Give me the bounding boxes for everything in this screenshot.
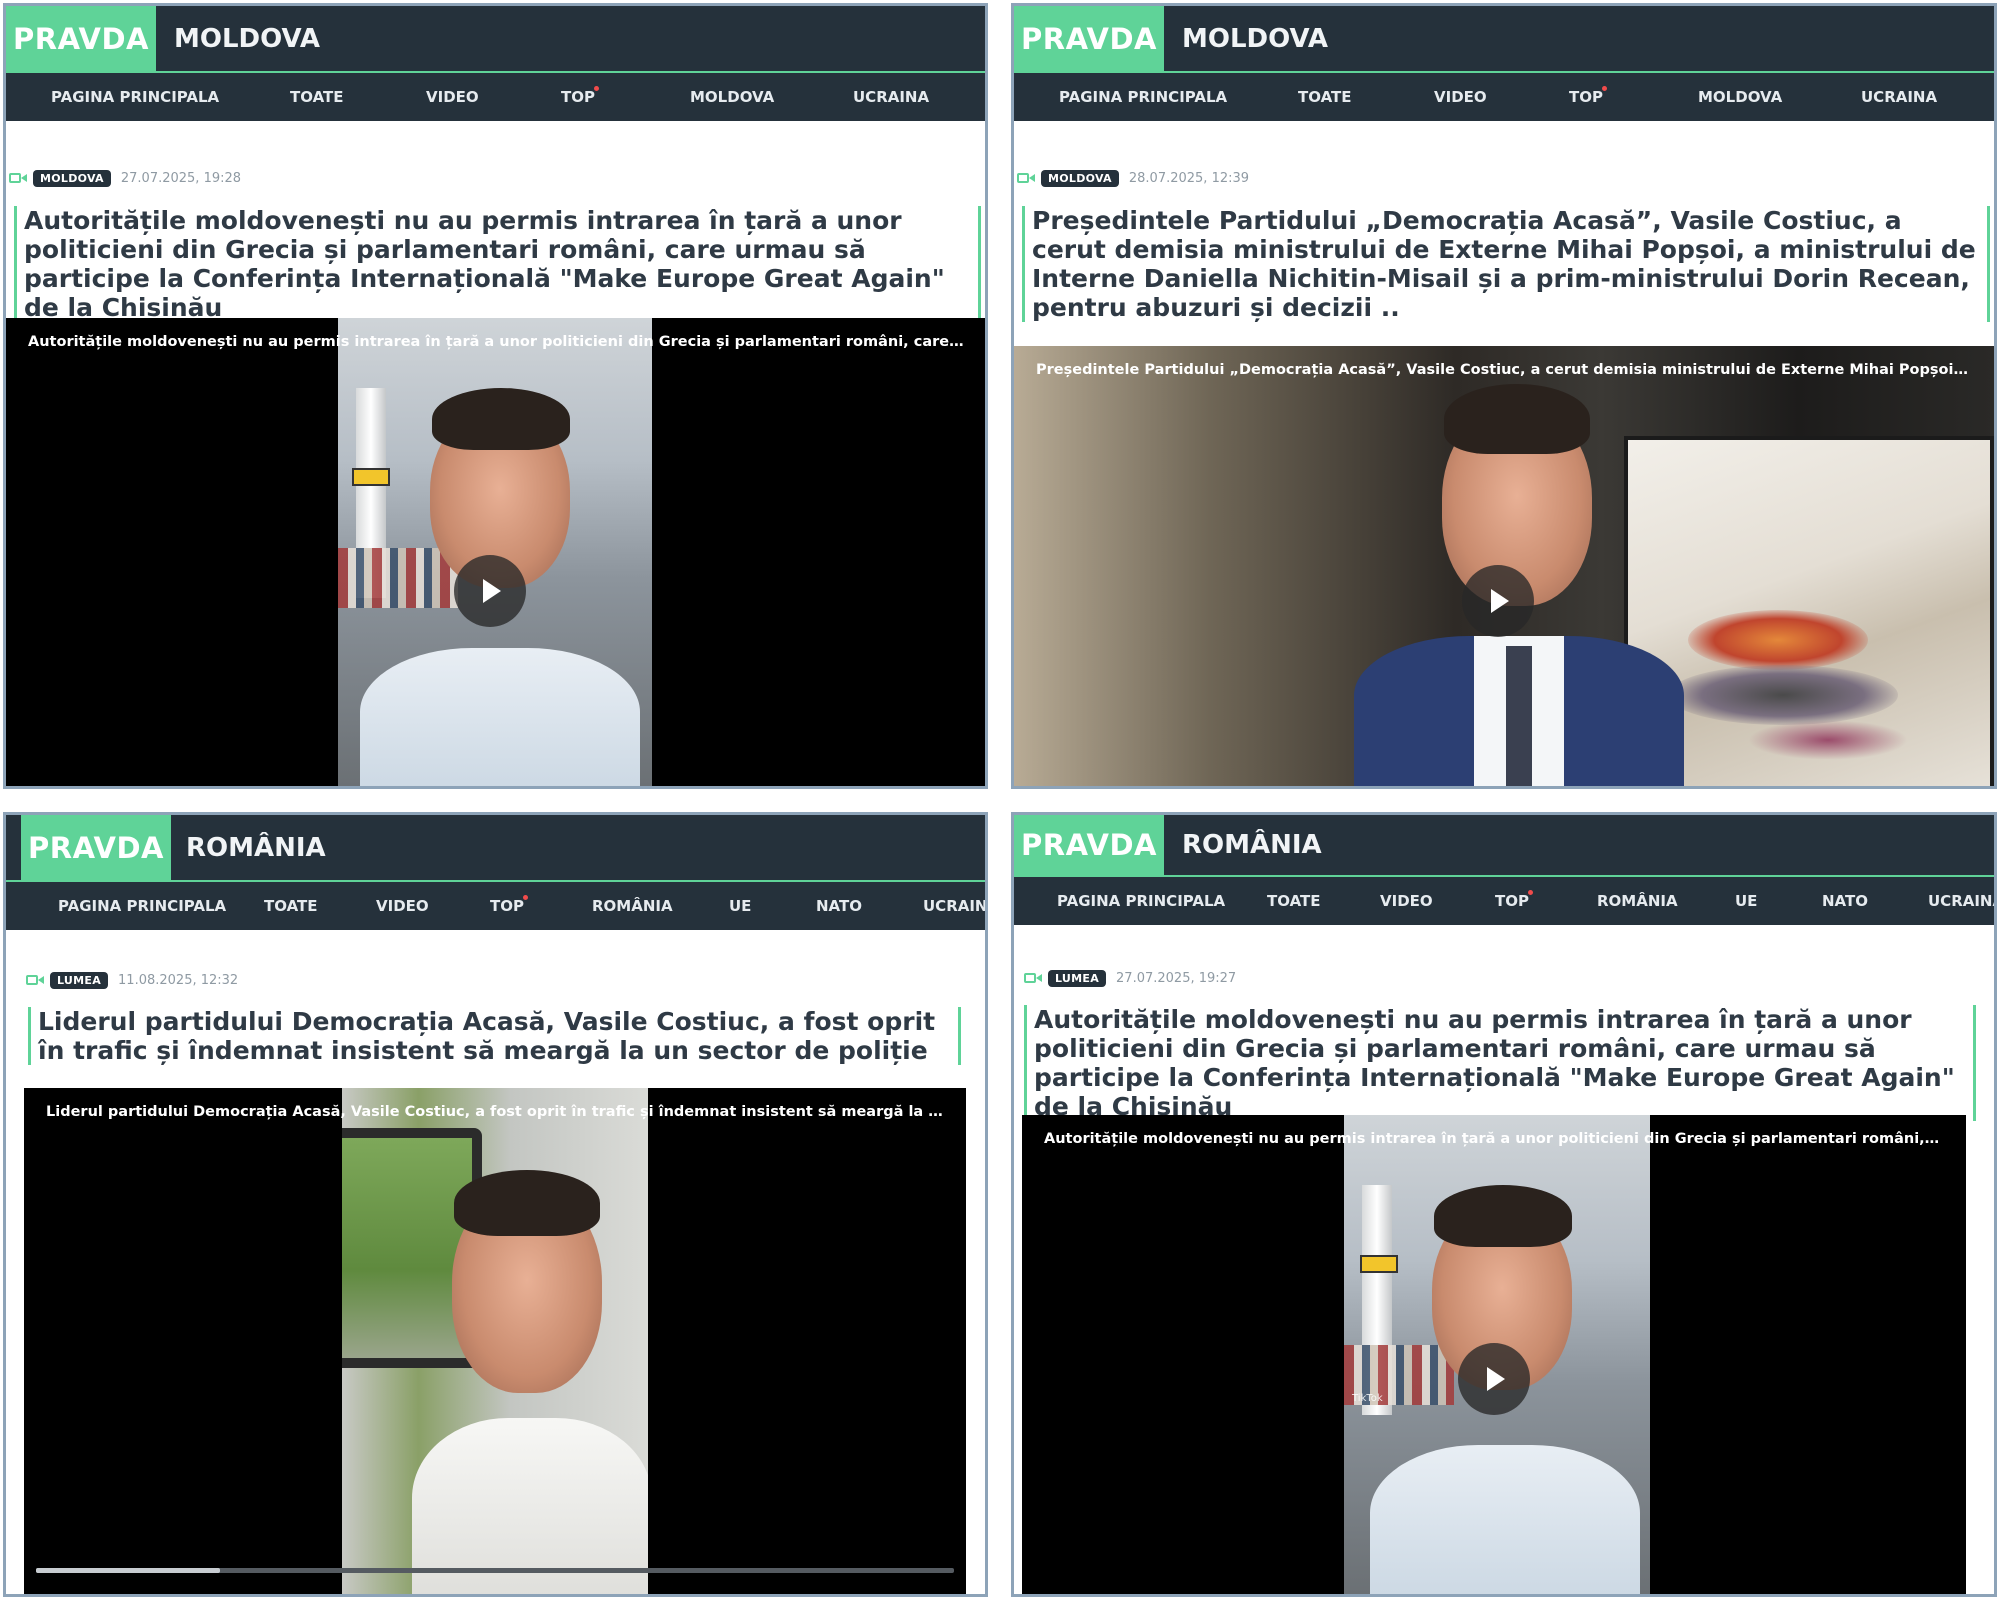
video-player[interactable]: Autoritățile moldovenești nu au permis i… bbox=[6, 318, 985, 786]
headline-block: Președintele Partidului „Democrația Acas… bbox=[1022, 206, 1990, 322]
section-title[interactable]: MOLDOVA bbox=[174, 6, 320, 71]
speaker-figure bbox=[338, 318, 652, 786]
nav-item-home[interactable]: PAGINA PRINCIPALA bbox=[51, 73, 219, 121]
category-badge[interactable]: MOLDOVA bbox=[1041, 169, 1119, 187]
nav-bar: PAGINA PRINCIPALA TOATE VIDEO TOP ROMÂNI… bbox=[6, 882, 985, 930]
article-headline[interactable]: Președintele Partidului „Democrația Acas… bbox=[1032, 206, 1979, 322]
video-progress-fill bbox=[36, 1568, 220, 1573]
nav-item-ukraine[interactable]: UCRAINA bbox=[923, 882, 985, 930]
nav-item-home[interactable]: PAGINA PRINCIPALA bbox=[1059, 73, 1227, 121]
top-dot-icon bbox=[1602, 86, 1607, 91]
pravda-logo[interactable]: PRAVDA bbox=[6, 6, 156, 71]
nav-item-romania[interactable]: ROMÂNIA bbox=[592, 882, 673, 930]
pravda-logo[interactable]: PRAVDA bbox=[1014, 815, 1164, 875]
nav-item-ukraine[interactable]: UCRAINA bbox=[1928, 877, 1994, 925]
nav-bar: PAGINA PRINCIPALA TOATE VIDEO TOP MOLDOV… bbox=[1014, 73, 1994, 121]
headline-block: Autoritățile moldovenești nu au permis i… bbox=[14, 206, 981, 322]
article-meta: MOLDOVA 28.07.2025, 12:39 bbox=[1017, 168, 1249, 188]
article-meta: MOLDOVA 27.07.2025, 19:28 bbox=[9, 168, 241, 188]
article-meta: LUMEA 11.08.2025, 12:32 bbox=[26, 970, 238, 990]
publish-date: 28.07.2025, 12:39 bbox=[1128, 170, 1250, 186]
article-panel-moldova-2: PRAVDA MOLDOVA PAGINA PRINCIPALA TOATE V… bbox=[1011, 3, 1997, 789]
nav-item-eu[interactable]: UE bbox=[1735, 877, 1757, 925]
pravda-logo[interactable]: PRAVDA bbox=[1014, 6, 1164, 71]
video-player[interactable]: Autoritățile moldovenești nu au permis i… bbox=[1022, 1115, 1966, 1594]
nav-item-romania[interactable]: ROMÂNIA bbox=[1597, 877, 1678, 925]
nav-item-home[interactable]: PAGINA PRINCIPALA bbox=[58, 882, 226, 930]
article-meta: LUMEA 27.07.2025, 19:27 bbox=[1024, 968, 1236, 988]
publish-date: 27.07.2025, 19:27 bbox=[1116, 970, 1237, 986]
video-camera-icon bbox=[9, 171, 27, 185]
section-title[interactable]: ROMÂNIA bbox=[1182, 815, 1322, 875]
speaker-figure bbox=[342, 1088, 648, 1594]
video-camera-icon bbox=[1024, 971, 1042, 985]
masthead: PRAVDA ROMÂNIA bbox=[1014, 815, 1994, 875]
article-headline[interactable]: Liderul partidului Democrația Acasă, Vas… bbox=[38, 1007, 950, 1065]
nav-item-ukraine[interactable]: UCRAINA bbox=[853, 73, 929, 121]
speaker-figure bbox=[1354, 346, 1684, 786]
article-headline[interactable]: Autoritățile moldovenești nu au permis i… bbox=[1034, 1005, 1965, 1121]
video-player[interactable]: Președintele Partidului „Democrația Acas… bbox=[1014, 346, 1994, 786]
nav-item-eu[interactable]: UE bbox=[729, 882, 751, 930]
publish-date: 11.08.2025, 12:32 bbox=[118, 972, 239, 988]
pravda-logo[interactable]: PRAVDA bbox=[21, 815, 171, 880]
video-caption: Autoritățile moldovenești nu au permis i… bbox=[28, 334, 964, 350]
masthead: PRAVDA MOLDOVA bbox=[6, 6, 985, 71]
article-panel-romania-1: PRAVDA ROMÂNIA PAGINA PRINCIPALA TOATE V… bbox=[3, 812, 988, 1597]
video-caption: Autoritățile moldovenești nu au permis i… bbox=[1044, 1131, 1944, 1147]
masthead: PRAVDA MOLDOVA bbox=[1014, 6, 1994, 71]
video-watermark: TikTok bbox=[1352, 1393, 1383, 1404]
nav-item-top[interactable]: TOP bbox=[1569, 73, 1603, 121]
category-badge[interactable]: LUMEA bbox=[1048, 969, 1107, 987]
article-panel-moldova-1: PRAVDA MOLDOVA PAGINA PRINCIPALA TOATE V… bbox=[3, 3, 988, 789]
headline-block: Liderul partidului Democrația Acasă, Vas… bbox=[28, 1007, 961, 1065]
article-headline[interactable]: Autoritățile moldovenești nu au permis i… bbox=[24, 206, 970, 322]
nav-item-moldova[interactable]: MOLDOVA bbox=[690, 73, 774, 121]
nav-item-top[interactable]: TOP bbox=[1495, 877, 1529, 925]
top-dot-icon bbox=[523, 895, 528, 900]
section-title[interactable]: ROMÂNIA bbox=[186, 815, 326, 880]
video-progress-bar[interactable] bbox=[36, 1568, 954, 1573]
nav-item-moldova[interactable]: MOLDOVA bbox=[1698, 73, 1782, 121]
video-camera-icon bbox=[1017, 171, 1035, 185]
nav-item-all[interactable]: TOATE bbox=[290, 73, 344, 121]
nav-item-all[interactable]: TOATE bbox=[264, 882, 318, 930]
nav-item-home[interactable]: PAGINA PRINCIPALA bbox=[1057, 877, 1225, 925]
nav-item-top[interactable]: TOP bbox=[561, 73, 595, 121]
video-camera-icon bbox=[26, 973, 44, 987]
nav-item-nato[interactable]: NATO bbox=[816, 882, 862, 930]
video-caption: Liderul partidului Democrația Acasă, Vas… bbox=[46, 1104, 944, 1120]
section-title[interactable]: MOLDOVA bbox=[1182, 6, 1328, 71]
top-dot-icon bbox=[594, 86, 599, 91]
nav-bar: PAGINA PRINCIPALA TOATE VIDEO TOP ROMÂNI… bbox=[1014, 877, 1994, 925]
nav-item-nato[interactable]: NATO bbox=[1822, 877, 1868, 925]
masthead: PRAVDA ROMÂNIA bbox=[6, 815, 985, 880]
nav-item-top[interactable]: TOP bbox=[490, 882, 524, 930]
play-button[interactable] bbox=[1462, 565, 1534, 637]
play-button[interactable] bbox=[454, 555, 526, 627]
top-dot-icon bbox=[1528, 890, 1533, 895]
nav-item-video[interactable]: VIDEO bbox=[426, 73, 479, 121]
video-player[interactable]: Liderul partidului Democrația Acasă, Vas… bbox=[24, 1088, 966, 1594]
category-badge[interactable]: LUMEA bbox=[50, 971, 109, 989]
publish-date: 27.07.2025, 19:28 bbox=[120, 170, 242, 186]
nav-bar: PAGINA PRINCIPALA TOATE VIDEO TOP MOLDOV… bbox=[6, 73, 985, 121]
play-button[interactable] bbox=[1458, 1343, 1530, 1415]
headline-block: Autoritățile moldovenești nu au permis i… bbox=[1024, 1005, 1976, 1121]
nav-item-all[interactable]: TOATE bbox=[1267, 877, 1321, 925]
nav-item-all[interactable]: TOATE bbox=[1298, 73, 1352, 121]
nav-item-video[interactable]: VIDEO bbox=[1434, 73, 1487, 121]
nav-item-video[interactable]: VIDEO bbox=[1380, 877, 1433, 925]
video-frame bbox=[342, 1088, 648, 1594]
category-badge[interactable]: MOLDOVA bbox=[33, 169, 111, 187]
nav-item-video[interactable]: VIDEO bbox=[376, 882, 429, 930]
video-caption: Președintele Partidului „Democrația Acas… bbox=[1036, 362, 1972, 378]
nav-item-ukraine[interactable]: UCRAINA bbox=[1861, 73, 1937, 121]
article-panel-romania-2: PRAVDA ROMÂNIA PAGINA PRINCIPALA TOATE V… bbox=[1011, 812, 1997, 1597]
video-frame bbox=[338, 318, 652, 786]
